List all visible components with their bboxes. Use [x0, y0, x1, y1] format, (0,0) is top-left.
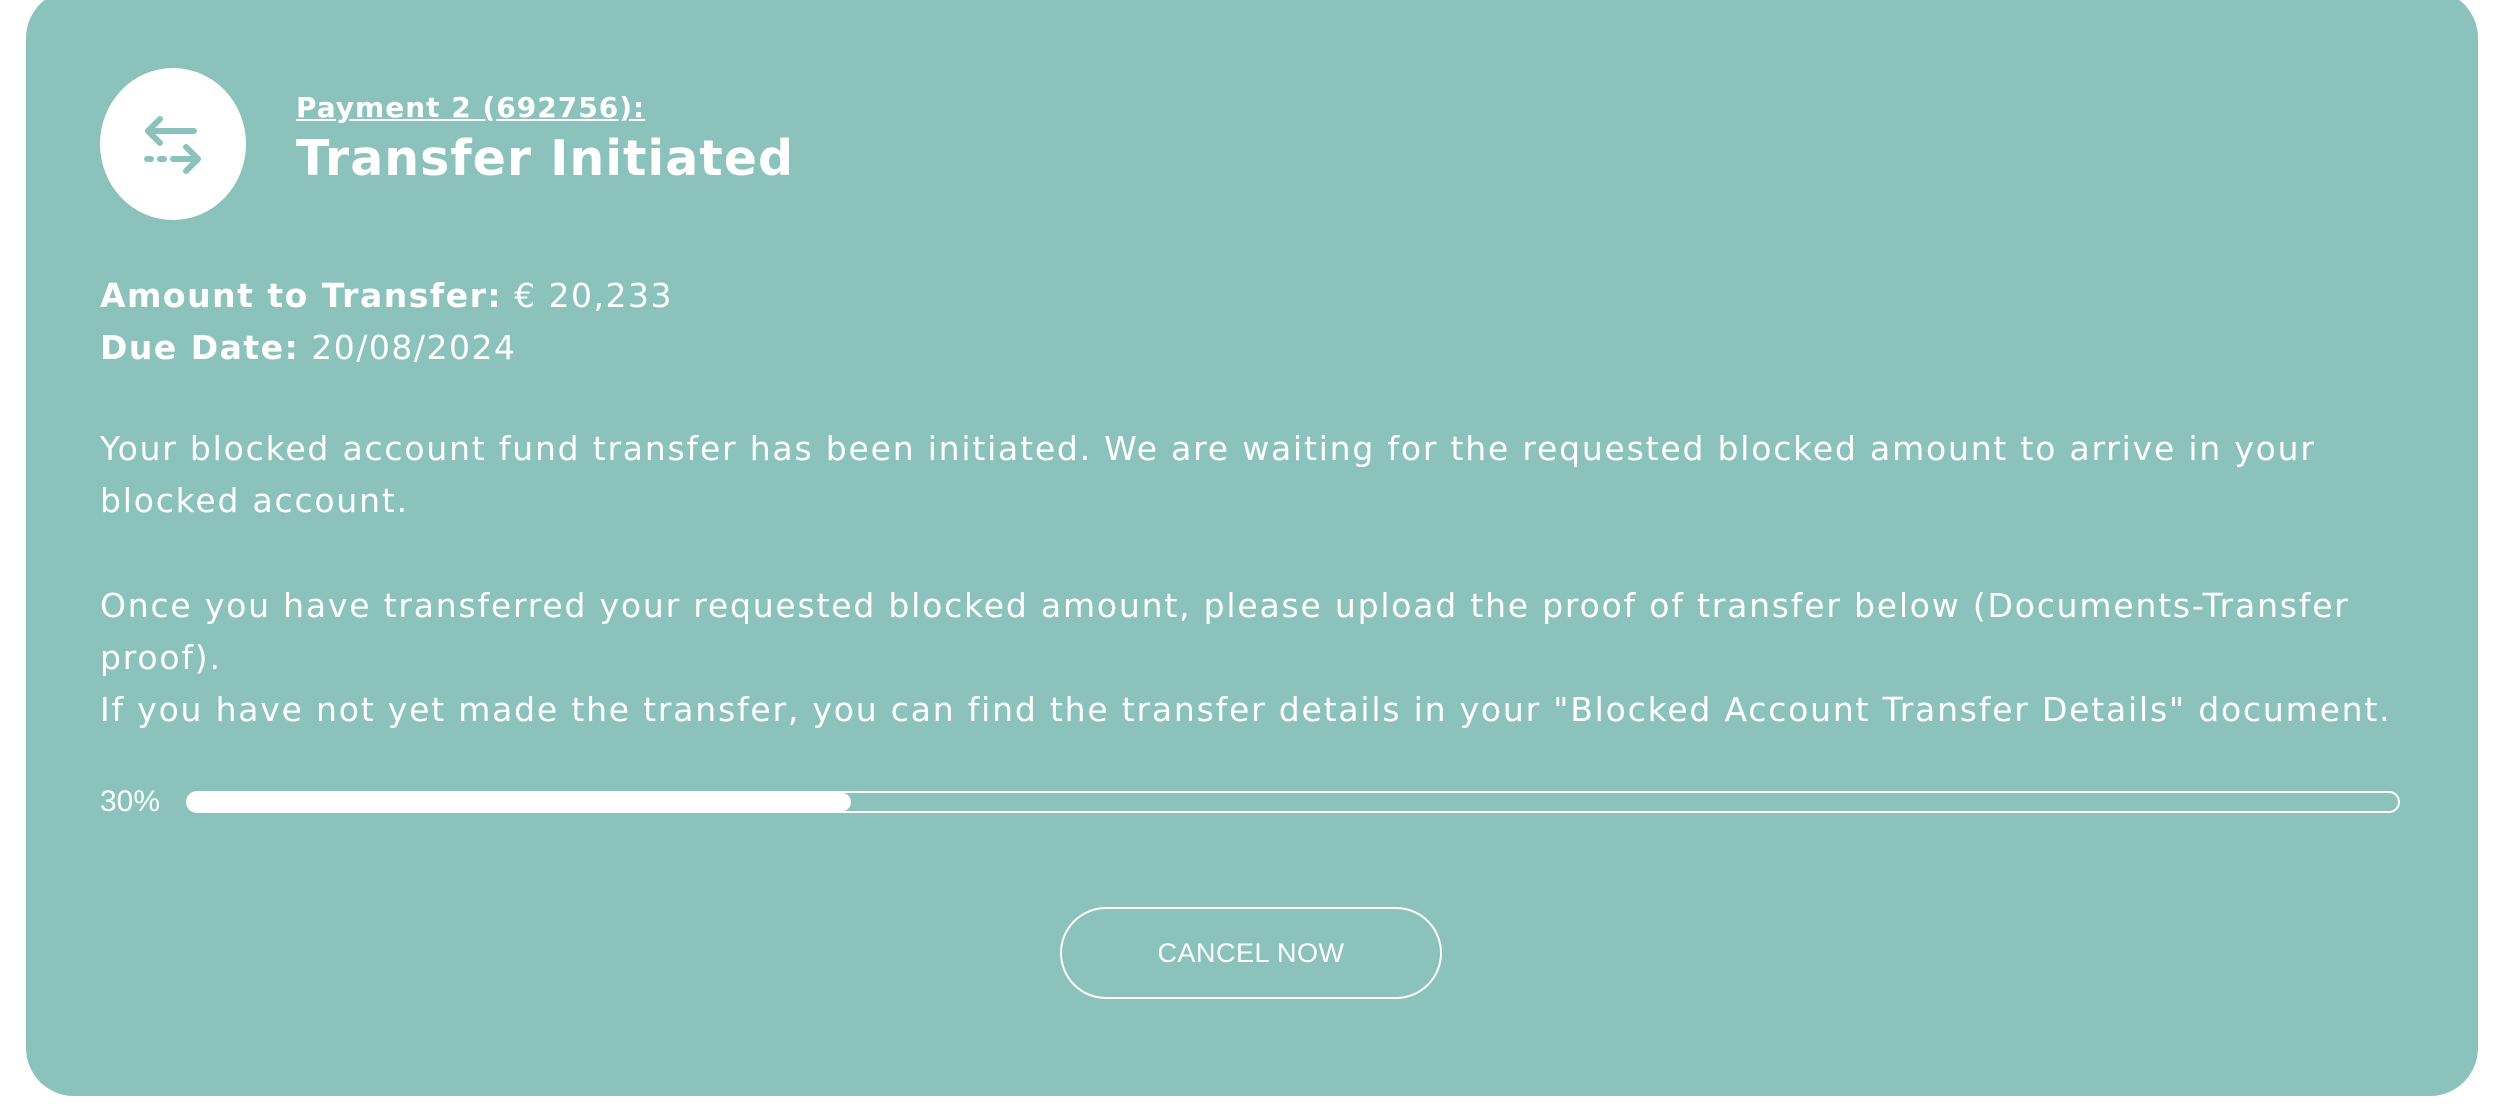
due-date-value: 20/08/2024: [311, 328, 517, 367]
status-title: Transfer Initiated: [296, 130, 795, 187]
progress-bar: [186, 791, 2400, 813]
transfer-arrows-icon: [144, 116, 201, 174]
payment-status-card: Payment 2 (692756): Transfer Initiated A…: [26, 0, 2478, 1096]
cancel-now-button[interactable]: CANCEL NOW: [1060, 907, 1442, 999]
transfer-icon-badge: [100, 68, 246, 220]
transfer-details-hint: If you have not yet made the transfer, y…: [100, 690, 2392, 729]
progress-percent: 30%: [100, 785, 161, 818]
amount-row: Amount to Transfer: € 20,233: [100, 270, 673, 322]
upload-instruction: Once you have transferred your requested…: [100, 586, 2350, 677]
amount-label: Amount to Transfer:: [100, 276, 503, 315]
payment-header: Payment 2 (692756): Transfer Initiated: [100, 68, 794, 220]
payment-details: Amount to Transfer: € 20,233 Due Date: 2…: [100, 270, 673, 374]
progress-row: 30%: [100, 785, 2400, 819]
progress-fill: [188, 793, 851, 811]
amount-value: € 20,233: [514, 276, 674, 315]
payment-reference-link[interactable]: Payment 2 (692756):: [296, 90, 794, 126]
due-date-row: Due Date: 20/08/2024: [100, 322, 673, 374]
due-date-label: Due Date:: [100, 328, 300, 367]
status-message: Your blocked account fund transfer has b…: [100, 429, 2316, 520]
